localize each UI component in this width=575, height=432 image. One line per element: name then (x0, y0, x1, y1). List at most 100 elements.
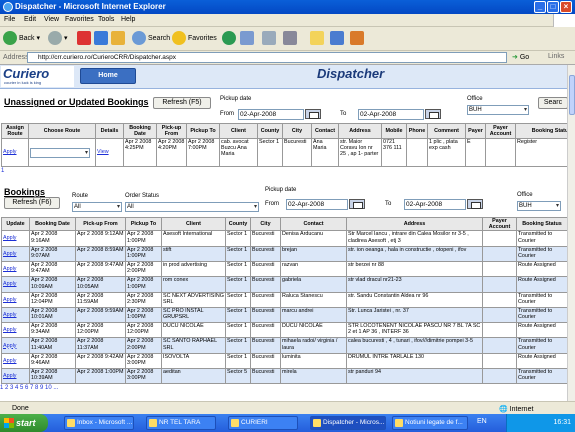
start-button[interactable]: start (0, 414, 48, 432)
apply-link[interactable]: Apply (3, 327, 17, 333)
home-tab[interactable]: Home (80, 68, 136, 84)
office-select[interactable]: BUH (467, 105, 529, 115)
edit-button[interactable] (310, 31, 326, 47)
cell-update: Apply (1, 245, 30, 263)
research-button[interactable] (350, 31, 366, 47)
go-button[interactable]: ➜ Go (512, 53, 529, 61)
media-button[interactable] (222, 31, 238, 47)
unassigned-count: 1 (1, 168, 5, 174)
from-date-input[interactable]: 02-Apr-2008 (238, 109, 304, 120)
scrollbar-thumb[interactable] (569, 75, 575, 115)
cell-contact: razvan (280, 260, 347, 278)
search-button[interactable]: Search (132, 31, 170, 47)
address-input[interactable]: http://crr.curiero.ro/CurieroCRR/Dispatc… (27, 52, 507, 63)
apply-link[interactable]: Apply (3, 251, 17, 257)
discuss-button[interactable] (330, 31, 346, 47)
cell-booking-date: Apr 2 2008 12:04PM (29, 291, 76, 308)
pagination[interactable]: 1 2 3 4 5 6 7 8 9 10 ... (0, 385, 58, 391)
apply-link[interactable]: Apply (3, 373, 17, 379)
menu-favorites[interactable]: Favorites (65, 16, 94, 23)
menu-help[interactable]: Help (121, 16, 135, 23)
refresh-page-button[interactable] (94, 31, 110, 47)
cell-status: Route Assigned (516, 276, 567, 293)
word-icon (395, 419, 403, 427)
print-button[interactable] (283, 31, 299, 47)
print-icon (283, 31, 297, 46)
col-pickup-from: Pick-up From (75, 216, 126, 232)
col-choose-route: Choose Route (28, 123, 96, 139)
cell-pickup-to: Apr 2 2008 1:00PM (125, 230, 162, 247)
bookings-to-date-input[interactable]: 02-Apr-2008 (404, 199, 466, 210)
refresh-f5-button[interactable]: Refresh (F5) (153, 97, 211, 109)
minimize-button[interactable]: _ (534, 1, 546, 13)
bookings-from-date-input[interactable]: 02-Apr-2008 (286, 199, 348, 210)
cell-client: cab. avocat Buzcu Ana Maria (219, 138, 258, 167)
task-nr-tel-tara[interactable]: NR TEL TARA (146, 416, 216, 430)
close-button[interactable]: × (560, 1, 572, 13)
cell-address: STR LOCOTENENT NICOLAE PASCU NR 7 BL 7A … (346, 322, 483, 339)
to-calendar-icon[interactable]: ▾ (425, 109, 441, 119)
internet-zone: 🌐 Internet (499, 406, 534, 413)
cell-address: Str. Lunca Jaristei , nr. 37 (346, 306, 483, 324)
search-icon (132, 31, 146, 46)
cell-client: stift (161, 245, 226, 263)
bookings-office-select[interactable]: BUH (517, 201, 561, 211)
apply-link[interactable]: Apply (3, 297, 17, 303)
apply-link[interactable]: Apply (3, 358, 17, 364)
unassigned-heading: Unassigned or Updated Bookings (4, 97, 149, 107)
apply-link[interactable]: Apply (3, 343, 17, 349)
menu-edit[interactable]: Edit (24, 16, 36, 23)
task-dispatcher[interactable]: Dispatcher - Micros... (310, 416, 386, 430)
bookings-from-label: From (265, 201, 279, 207)
status-bar: Done 🌐 Internet (0, 401, 575, 414)
apply-link[interactable]: Apply (3, 149, 17, 155)
title-bar: Dispatcher - Microsoft Internet Explorer… (0, 0, 575, 14)
back-button[interactable]: Back ▾ (3, 31, 40, 47)
mail-button[interactable] (262, 31, 278, 47)
bookings-from-calendar-icon[interactable]: ▾ (349, 199, 365, 209)
go-arrow-icon: ➜ (512, 54, 518, 61)
choose-route-select[interactable] (30, 147, 90, 158)
search-button-page[interactable]: Searc (538, 97, 567, 109)
apply-link[interactable]: Apply (3, 266, 17, 272)
col-booking-status: Booking Status (516, 216, 567, 232)
menu-file[interactable]: File (4, 16, 15, 23)
apply-link[interactable]: Apply (3, 235, 17, 241)
apply-link[interactable]: Apply (3, 312, 17, 318)
page-content: Curiero courier in luck is king Home Dis… (0, 65, 567, 401)
links-button[interactable]: Links (548, 53, 564, 60)
stop-button[interactable] (77, 31, 93, 47)
menu-tools[interactable]: Tools (98, 16, 114, 23)
cell-update: Apply (1, 337, 30, 354)
favorites-button[interactable]: Favorites (172, 31, 217, 47)
from-calendar-icon[interactable]: ▾ (305, 109, 321, 119)
task-curieri[interactable]: CURIERI (228, 416, 298, 430)
home-page-button[interactable] (111, 31, 127, 47)
cell-pickup-to: Apr 2 2008 2:00PM (125, 337, 162, 354)
refresh-f6-button[interactable]: Refresh (F6) (4, 197, 60, 209)
menu-view[interactable]: View (44, 16, 59, 23)
ie-window: Dispatcher - Microsoft Internet Explorer… (0, 0, 575, 432)
refresh-icon (94, 31, 108, 46)
col-assign-route: Assign Route (1, 123, 29, 139)
col-comment: Comment (427, 123, 466, 139)
task-inbox[interactable]: Inbox - Microsoft ... (64, 416, 134, 430)
order-status-select[interactable]: All (125, 202, 259, 212)
apply-link[interactable]: Apply (3, 281, 17, 287)
cell-address: str panduri 94 (346, 368, 483, 385)
maximize-button[interactable]: □ (547, 1, 559, 13)
back-arrow-icon (3, 31, 17, 46)
history-button[interactable] (240, 31, 256, 47)
bookings-to-calendar-icon[interactable]: ▾ (467, 199, 483, 209)
language-indicator[interactable]: EN (477, 418, 487, 425)
cell-payer-account (482, 230, 517, 247)
view-link[interactable]: View (97, 149, 109, 155)
task-notiuni[interactable]: Notiuni legate de f... (392, 416, 468, 430)
forward-button[interactable]: ▾ (48, 31, 68, 47)
route-label: Route (72, 193, 89, 199)
cell-pickup-from: Apr 2 2008 11:37AM (75, 337, 126, 354)
globe-icon: 🌐 (499, 406, 508, 413)
to-date-input[interactable]: 02-Apr-2008 (358, 109, 424, 120)
route-select[interactable]: All (72, 202, 122, 212)
vertical-scrollbar[interactable] (567, 65, 575, 401)
